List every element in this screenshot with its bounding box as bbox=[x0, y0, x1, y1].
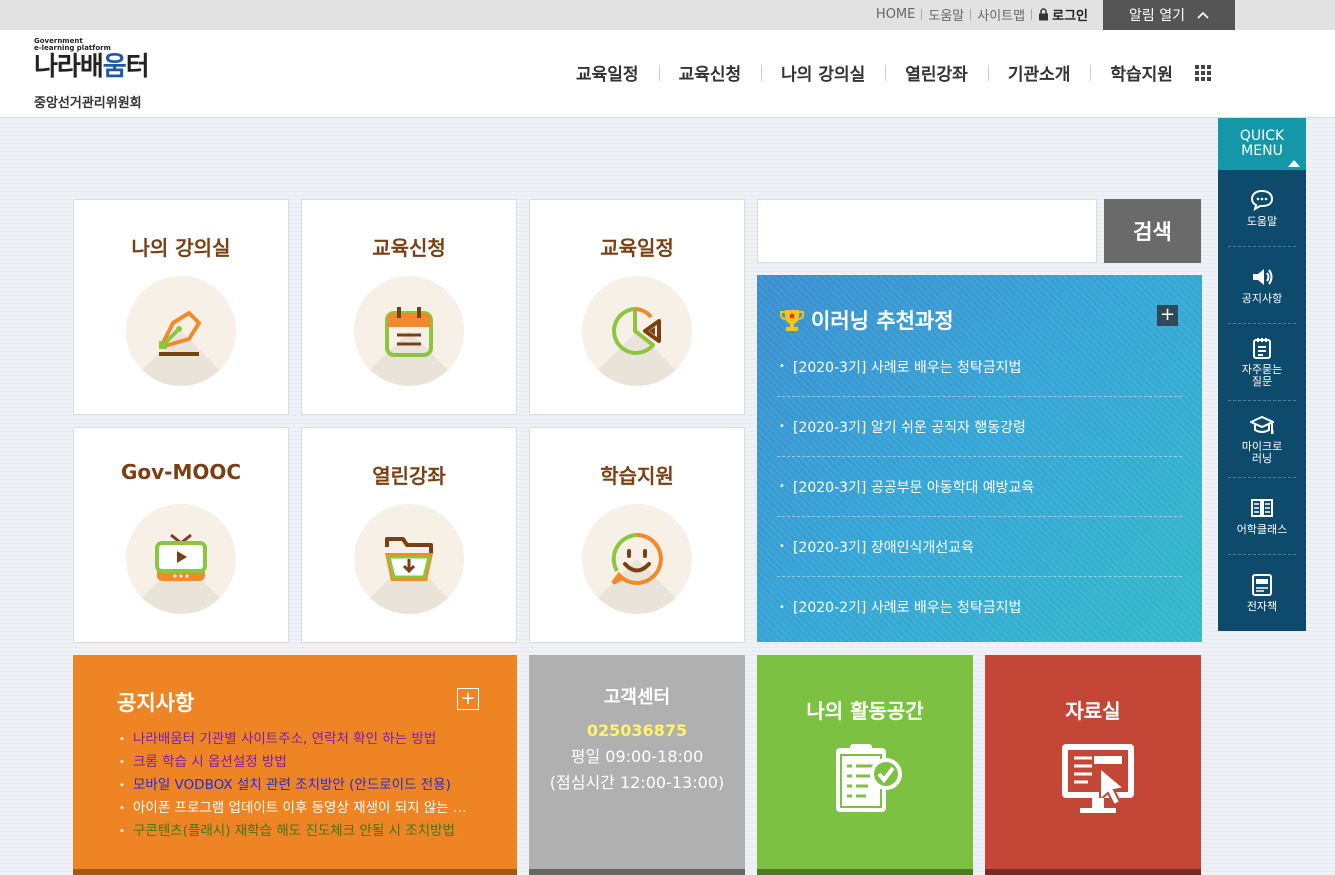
tile-title: 열린강좌 bbox=[372, 464, 446, 488]
ebook-icon bbox=[1252, 574, 1272, 596]
search-input[interactable] bbox=[757, 199, 1097, 263]
tile-icon-circle bbox=[582, 504, 692, 614]
alarm-toggle-button[interactable]: 알림 열기 bbox=[1103, 0, 1235, 30]
search-button[interactable]: 검색 bbox=[1104, 199, 1201, 263]
quick-menu-header[interactable]: QUICK MENU bbox=[1218, 118, 1306, 170]
my-activity-panel[interactable]: 나의 활동공간 bbox=[757, 655, 973, 875]
tile-title: 교육일정 bbox=[600, 236, 674, 260]
tile-title: Gov-MOOC bbox=[120, 460, 242, 484]
organization-name: 중앙선거관리위원회 bbox=[34, 96, 142, 111]
utility-links: HOME 도움말 사이트맵 로그인 bbox=[876, 0, 1088, 28]
smiley-icon bbox=[611, 533, 663, 585]
recommended-list: [2020-3기] 사례로 배우는 청탁금지법 [2020-3기] 알기 쉬운 … bbox=[777, 337, 1182, 637]
graduation-cap-icon bbox=[1250, 415, 1274, 434]
notice-panel: 공지사항 + 나라배움터 기관별 사이트주소, 연락처 확인 하는 방법 크롬 … bbox=[73, 655, 517, 875]
nav-item-schedule[interactable]: 교육일정 bbox=[556, 60, 659, 85]
folder-download-icon bbox=[385, 537, 433, 581]
quick-menu: QUICK MENU 도움말 공지사항 자주묻는 질문 마이크로 러닝 어학클래… bbox=[1218, 118, 1306, 631]
recommended-more-button[interactable]: + bbox=[1157, 305, 1178, 326]
list-item[interactable]: [2020-3기] 공공부문 아동학대 예방교육 bbox=[777, 457, 1182, 517]
quick-item-faq[interactable]: 자주묻는 질문 bbox=[1228, 324, 1296, 401]
customer-center-phone: 025036875 bbox=[586, 721, 688, 740]
divider bbox=[970, 8, 972, 20]
divider bbox=[921, 8, 923, 20]
list-item[interactable]: [2020-3기] 사례로 배우는 청탁금지법 bbox=[777, 337, 1182, 397]
list-item[interactable]: 구콘텐츠(플래시) 재학습 해도 진도체크 안될 시 조치방법 bbox=[117, 820, 477, 843]
customer-center-panel: 고객센터 025036875 평일 09:00-18:00 (점심시간 12:0… bbox=[529, 655, 745, 875]
tile-title: 학습지원 bbox=[600, 464, 674, 488]
recommended-title: 이러닝 추천과정 bbox=[779, 305, 954, 335]
login-link[interactable]: 로그인 bbox=[1038, 5, 1088, 24]
tv-icon bbox=[155, 533, 207, 581]
tile-apply[interactable]: 교육신청 bbox=[301, 199, 517, 415]
notice-list: 나라배움터 기관별 사이트주소, 연락처 확인 하는 방법 크롬 학습 시 옵션… bbox=[117, 728, 477, 843]
tile-icon-circle bbox=[126, 276, 236, 386]
sitemap-link[interactable]: 사이트맵 bbox=[977, 5, 1025, 24]
clipboard-check-icon bbox=[836, 744, 902, 812]
tile-icon-circle bbox=[354, 504, 464, 614]
tile-icon-circle bbox=[126, 504, 236, 614]
monitor-cursor-icon bbox=[1062, 744, 1134, 813]
logo-wordmark: 나라배움터 bbox=[34, 52, 150, 82]
caret-up-icon bbox=[1288, 160, 1300, 167]
notice-more-button[interactable]: + bbox=[457, 688, 479, 710]
notice-title: 공지사항 bbox=[117, 691, 195, 715]
tile-open-lecture[interactable]: 열린강좌 bbox=[301, 427, 517, 643]
book-icon bbox=[1251, 498, 1273, 517]
recommended-courses-panel: 이러닝 추천과정 + [2020-3기] 사례로 배우는 청탁금지법 [2020… bbox=[757, 275, 1202, 642]
alarm-label: 알림 열기 bbox=[1129, 8, 1185, 24]
archive-panel[interactable]: 자료실 bbox=[985, 655, 1201, 875]
divider bbox=[1031, 8, 1033, 20]
nav-item-open-lecture[interactable]: 열린강좌 bbox=[885, 60, 988, 85]
pie-chart-icon bbox=[612, 307, 661, 355]
site-header: Government e-learning platform 나라배움터 중앙선… bbox=[0, 30, 1335, 118]
quick-item-micro-learning[interactable]: 마이크로 러닝 bbox=[1228, 401, 1296, 478]
chat-icon bbox=[1250, 189, 1274, 211]
list-item[interactable]: 아이폰 프로그램 업데이트 이후 동영상 재생이 되지 않는 경우 bbox=[117, 797, 477, 820]
list-item[interactable]: 모바일 VODBOX 설치 관련 조치방안 (안드로이드 전용) bbox=[117, 774, 477, 797]
global-navigation: 교육일정 교육신청 나의 강의실 열린강좌 기관소개 학습지원 bbox=[556, 60, 1211, 85]
tile-my-classroom[interactable]: 나의 강의실 bbox=[73, 199, 289, 415]
login-label: 로그인 bbox=[1052, 8, 1088, 24]
nav-item-support[interactable]: 학습지원 bbox=[1090, 60, 1193, 85]
lock-icon bbox=[1039, 7, 1049, 20]
trophy-icon bbox=[780, 310, 804, 331]
tile-title: 교육신청 bbox=[372, 236, 446, 260]
pen-icon bbox=[159, 311, 201, 356]
nav-item-classroom[interactable]: 나의 강의실 bbox=[761, 60, 885, 85]
tile-learning-support[interactable]: 학습지원 bbox=[529, 427, 745, 643]
archive-title: 자료실 bbox=[1065, 699, 1121, 723]
list-item[interactable]: [2020-3기] 장애인식개선교육 bbox=[777, 517, 1182, 577]
tile-gov-mooc[interactable]: Gov-MOOC bbox=[73, 427, 289, 643]
list-item[interactable]: 크롬 학습 시 옵션설정 방법 bbox=[117, 751, 477, 774]
nav-item-apply[interactable]: 교육신청 bbox=[658, 60, 762, 85]
chevron-up-icon bbox=[1197, 11, 1209, 19]
quick-item-notice[interactable]: 공지사항 bbox=[1228, 247, 1296, 324]
list-item[interactable]: [2020-2기] 사례로 배우는 청탁금지법 bbox=[777, 577, 1182, 637]
quick-item-help[interactable]: 도움말 bbox=[1228, 170, 1296, 247]
my-activity-title: 나의 활동공간 bbox=[806, 699, 924, 723]
home-link[interactable]: HOME bbox=[876, 7, 915, 22]
customer-center-title: 고객센터 bbox=[603, 687, 671, 708]
top-utility-bar: HOME 도움말 사이트맵 로그인 알림 열기 bbox=[0, 0, 1335, 30]
customer-center-hours: 평일 09:00-18:00 (점심시간 12:00-13:00) bbox=[549, 747, 725, 792]
quick-item-ebook[interactable]: 전자책 bbox=[1228, 555, 1296, 632]
speaker-icon bbox=[1253, 268, 1273, 285]
list-item[interactable]: 나라배움터 기관별 사이트주소, 연락처 확인 하는 방법 bbox=[117, 728, 477, 751]
nav-item-about[interactable]: 기관소개 bbox=[987, 60, 1091, 85]
faq-icon bbox=[1253, 337, 1271, 359]
tile-title: 나의 강의실 bbox=[131, 236, 231, 260]
tile-icon-circle bbox=[582, 276, 692, 386]
tile-schedule[interactable]: 교육일정 bbox=[529, 199, 745, 415]
help-link[interactable]: 도움말 bbox=[928, 5, 964, 24]
quick-item-language-class[interactable]: 어학클래스 bbox=[1228, 478, 1296, 555]
calendar-icon bbox=[385, 307, 433, 357]
list-item[interactable]: [2020-3기] 알기 쉬운 공직자 행동강령 bbox=[777, 397, 1182, 457]
tile-icon-circle bbox=[354, 276, 464, 386]
all-menu-icon[interactable] bbox=[1194, 64, 1211, 81]
